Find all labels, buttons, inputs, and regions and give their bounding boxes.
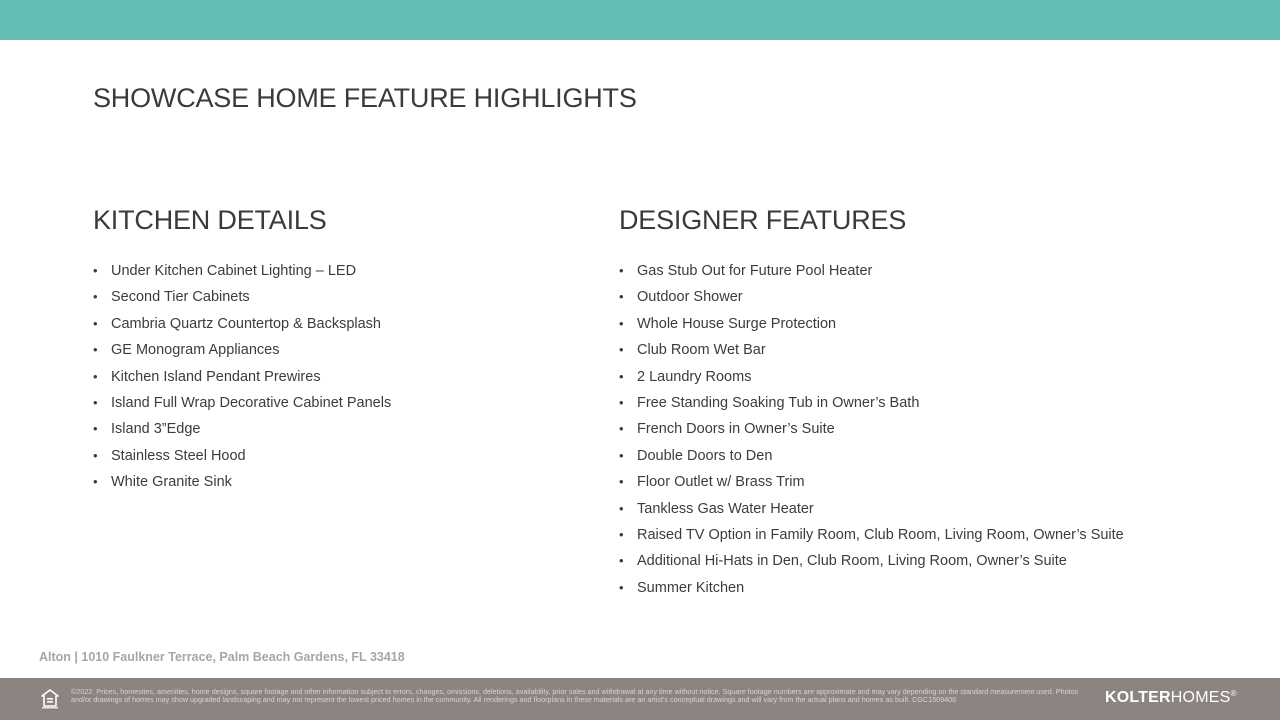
bullet-glyph: • (619, 474, 624, 490)
feature-item: • Club Room Wet Bar (619, 337, 1239, 363)
feature-item: • Gas Stub Out for Future Pool Heater (619, 258, 1239, 284)
feature-item: • White Granite Sink (93, 469, 573, 495)
feature-item-label: Island Full Wrap Decorative Cabinet Pane… (111, 395, 392, 412)
feature-item-label: Tankless Gas Water Heater (637, 500, 814, 517)
feature-item-label: 2 Laundry Rooms (637, 368, 752, 385)
bullet-glyph: • (93, 395, 98, 411)
feature-item: • Second Tier Cabinets (93, 284, 573, 310)
bullet-glyph: • (619, 579, 624, 595)
feature-item: • French Doors in Owner’s Suite (619, 416, 1239, 442)
feature-item-label: Kitchen Island Pendant Prewires (111, 368, 321, 385)
bullet-glyph: • (619, 421, 624, 437)
legal-disclaimer: ©2022. Prices, homesites, amenities, hom… (71, 687, 1079, 705)
feature-item: • Raised TV Option in Family Room, Club R… (619, 522, 1239, 548)
feature-item: • 2 Laundry Rooms (619, 364, 1239, 390)
bullet-glyph: • (93, 289, 98, 305)
bullet-glyph: • (619, 289, 624, 305)
equal-housing-icon (41, 689, 59, 709)
feature-item-label: Outdoor Shower (637, 289, 743, 306)
feature-item: • Double Doors to Den (619, 443, 1239, 469)
feature-item: • Stainless Steel Hood (93, 443, 573, 469)
top-accent-band (0, 0, 1280, 40)
page-title: SHOWCASE HOME FEATURE HIGHLIGHTS (93, 83, 637, 113)
feature-item: • Island Full Wrap Decorative Cabinet Pan… (93, 390, 573, 416)
bullet-glyph: • (619, 553, 624, 569)
feature-item-label: GE Monogram Appliances (111, 342, 280, 359)
feature-item-label: Whole House Surge Protection (637, 315, 837, 332)
feature-item: • Island 3”Edge (93, 416, 573, 442)
bullet-glyph: • (619, 368, 624, 384)
feature-item-label: Stainless Steel Hood (111, 447, 246, 464)
feature-item-label: Additional Hi-Hats in Den, Club Room, Li… (637, 553, 1067, 570)
feature-item: • GE Monogram Appliances (93, 337, 573, 363)
designer-features-list: • Gas Stub Out for Future Pool Heater • Out… (619, 258, 1239, 601)
property-address: Alton | 1010 Faulkner Terrace, Palm Beac… (39, 650, 405, 664)
bullet-glyph: • (93, 447, 98, 463)
bullet-glyph: • (619, 395, 624, 411)
bullet-glyph: • (93, 421, 98, 437)
designer-features-section: DESIGNER FEATURES • Gas Stub Out for Futu… (619, 203, 1239, 601)
feature-item-label: Floor Outlet w/ Brass Trim (637, 474, 805, 491)
logo-text-bold: KOLTER (1105, 689, 1171, 706)
feature-item: • Under Kitchen Cabinet Lighting – LED (93, 258, 573, 284)
kitchen-details-heading: KITCHEN DETAILS (93, 205, 327, 235)
bullet-glyph: • (619, 447, 624, 463)
feature-item: • Cambria Quartz Countertop & Backsplash (93, 311, 573, 337)
kitchen-details-section: KITCHEN DETAILS • Under Kitchen Cabinet L… (93, 203, 573, 496)
designer-features-heading: DESIGNER FEATURES (619, 205, 907, 235)
feature-item: • Tankless Gas Water Heater (619, 496, 1239, 522)
registered-mark: ® (1230, 689, 1237, 698)
feature-item: • Whole House Surge Protection (619, 311, 1239, 337)
bullet-glyph: • (619, 263, 624, 278)
feature-item: • Kitchen Island Pendant Prewires (93, 364, 573, 390)
feature-item-label: Gas Stub Out for Future Pool Heater (637, 263, 873, 279)
bullet-glyph: • (619, 500, 624, 516)
feature-item: • Floor Outlet w/ Brass Trim (619, 469, 1239, 495)
bullet-glyph: • (619, 315, 624, 331)
feature-item-label: Island 3”Edge (111, 421, 201, 438)
feature-item: • Additional Hi-Hats in Den, Club Room, L… (619, 548, 1239, 574)
bullet-glyph: • (93, 315, 98, 331)
bullet-glyph: • (93, 263, 98, 278)
feature-item: • Free Standing Soaking Tub in Owner’s Ba… (619, 390, 1239, 416)
logo-text-light: HOMES (1170, 689, 1231, 706)
feature-item-label: Second Tier Cabinets (111, 289, 250, 306)
feature-item-label: French Doors in Owner’s Suite (637, 421, 835, 438)
feature-item-label: Cambria Quartz Countertop & Backsplash (111, 315, 381, 332)
feature-item-label: Summer Kitchen (637, 579, 745, 596)
bullet-glyph: • (93, 474, 98, 490)
kitchen-details-list: • Under Kitchen Cabinet Lighting – LED • Se… (93, 258, 573, 496)
bullet-glyph: • (619, 527, 624, 543)
feature-item-label: Double Doors to Den (637, 447, 773, 464)
feature-item-label: Free Standing Soaking Tub in Owner’s Bat… (637, 395, 920, 412)
feature-item-label: Raised TV Option in Family Room, Club Ro… (637, 527, 1124, 544)
feature-item: • Outdoor Shower (619, 284, 1239, 310)
feature-item-label: White Granite Sink (111, 474, 232, 491)
feature-item: • Summer Kitchen (619, 575, 1239, 601)
feature-item-label: Club Room Wet Bar (637, 342, 766, 359)
kolter-homes-logo: KOLTERHOMES® (1105, 689, 1237, 707)
bullet-glyph: • (93, 368, 98, 384)
bullet-glyph: • (619, 342, 624, 358)
feature-item-label: Under Kitchen Cabinet Lighting – LED (111, 263, 357, 279)
bullet-glyph: • (93, 342, 98, 358)
